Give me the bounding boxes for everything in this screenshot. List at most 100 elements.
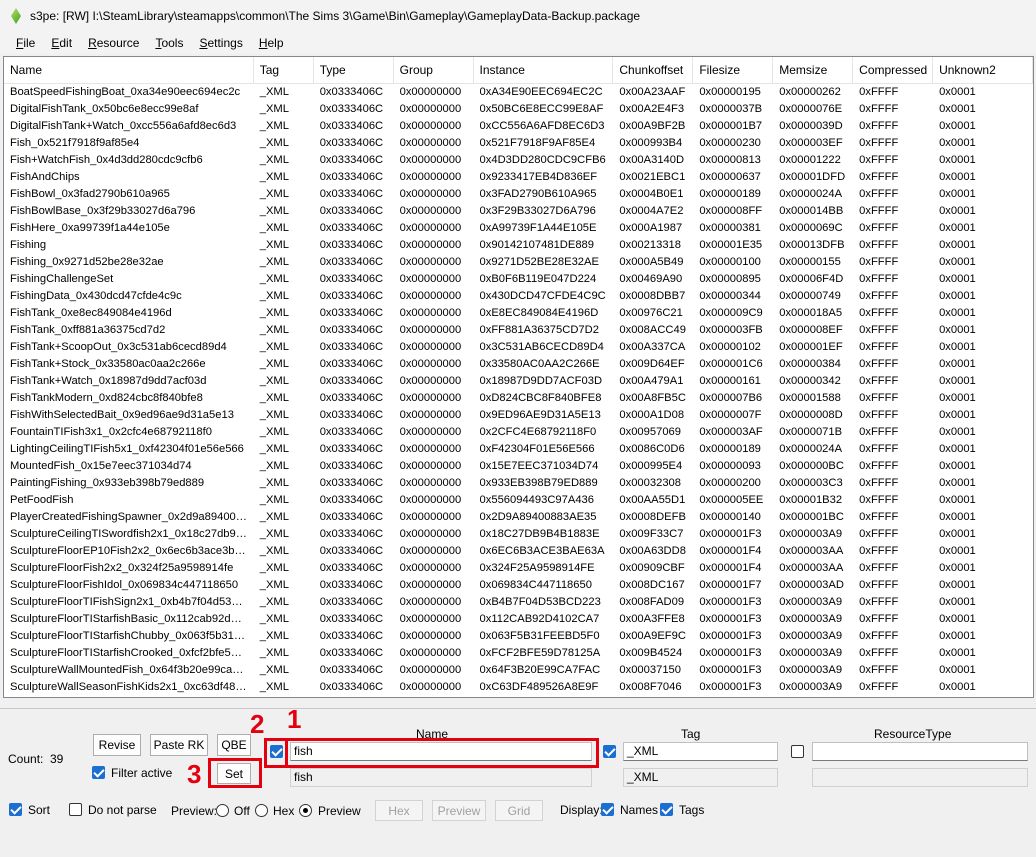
- qbe-button[interactable]: QBE: [217, 734, 251, 756]
- table-row[interactable]: FishBowlBase_0x3f29b33027d6a796 _XML 0x033…: [4, 203, 1033, 220]
- cell-type: 0x0333406C: [319, 562, 384, 574]
- table-row[interactable]: FishingChallengeSet _XML 0x0333406C 0x00000…: [4, 271, 1033, 288]
- table-row[interactable]: FishAndChips _XML 0x0333406C 0x00000000 0x92…: [4, 169, 1033, 186]
- filter-active-checkbox[interactable]: [92, 766, 105, 779]
- menu-item-label: ile: [23, 36, 36, 50]
- cell-memsize: 0x000003A9: [779, 596, 843, 608]
- table-row[interactable]: PlayerCreatedFishingSpawner_0x2d9a894008…: [4, 509, 1033, 526]
- table-row[interactable]: SculptureFloorTIStarfishCrooked_0xfcf2bf…: [4, 645, 1033, 662]
- cell-name: DigitalFishTank+Watch_0xcc556a6afd8ec6d3: [10, 120, 237, 132]
- column-header-filesize[interactable]: Filesize: [693, 57, 774, 83]
- resourcetype-filter-checkbox[interactable]: [791, 745, 804, 758]
- menu-item-help[interactable]: Help: [251, 36, 292, 50]
- preview-off-radio[interactable]: [216, 804, 229, 817]
- table-row[interactable]: FishTankModern_0xd824cbc8f840bfe8 _XML 0x0…: [4, 390, 1033, 407]
- preview-button[interactable]: Preview: [432, 800, 486, 821]
- annotation-box-2: [264, 738, 288, 768]
- table-row[interactable]: MountedFish_0x15e7eec371034d74 _XML 0x0333…: [4, 458, 1033, 475]
- do-not-parse-checkbox[interactable]: [69, 803, 82, 816]
- cell-tag: _XML: [259, 188, 289, 200]
- table-row[interactable]: SculptureCeilingTISwordfish2x1_0x18c27db…: [4, 526, 1033, 543]
- table-row[interactable]: FishTank+Watch_0x18987d9dd7acf03d _XML 0x0…: [4, 373, 1033, 390]
- table-row[interactable]: FishTank+ScoopOut_0x3c531ab6cecd89d4 _XML…: [4, 339, 1033, 356]
- column-header-name[interactable]: Name: [4, 57, 254, 83]
- cell-instance: 0x2CFC4E68792118F0: [479, 426, 597, 438]
- table-row[interactable]: PetFoodFish _XML 0x0333406C 0x00000000 0x556…: [4, 492, 1033, 509]
- cell-name: FishTank_0xe8ec849084e4196d: [10, 307, 172, 319]
- cell-group: 0x00000000: [399, 205, 462, 217]
- table-row[interactable]: DigitalFishTank+Watch_0xcc556a6afd8ec6d3…: [4, 118, 1033, 135]
- table-row[interactable]: FishTank_0xe8ec849084e4196d _XML 0x0333406…: [4, 305, 1033, 322]
- column-header-unknown2[interactable]: Unknown2: [933, 57, 1033, 83]
- table-row[interactable]: FishingData_0x430dcd47cfde4c9c _XML 0x0333…: [4, 288, 1033, 305]
- table-row[interactable]: PaintingFishing_0x933eb398b79ed889 _XML 0x…: [4, 475, 1033, 492]
- cell-name: FishTankModern_0xd824cbc8f840bfe8: [10, 392, 203, 404]
- column-header-group[interactable]: Group: [394, 57, 474, 83]
- paste-rk-button[interactable]: Paste RK: [150, 734, 208, 756]
- table-row[interactable]: SculptureFloorEP10Fish2x2_0x6ec6b3ace3ba…: [4, 543, 1033, 560]
- table-row[interactable]: Fishing_0x9271d52be28e32ae _XML 0x0333406C…: [4, 254, 1033, 271]
- preview-hex-radio[interactable]: [255, 804, 268, 817]
- cell-tag: _XML: [259, 528, 289, 540]
- cell-chunkoffset: 0x00A9EF9C: [619, 630, 686, 642]
- table-row[interactable]: Fish+WatchFish_0x4d3dd280cdc9cfb6 _XML 0x0…: [4, 152, 1033, 169]
- column-header-type[interactable]: Type: [314, 57, 394, 83]
- menu-item-tools[interactable]: Tools: [147, 36, 191, 50]
- table-row[interactable]: SculptureFloorFish2x2_0x324f25a9598914fe…: [4, 560, 1033, 577]
- table-row[interactable]: SculptureWallMountedFish_0x64f3b20e99ca7…: [4, 662, 1033, 679]
- table-row[interactable]: SculptureFloorFishIdol_0x069834c44711865…: [4, 577, 1033, 594]
- menu-item-file[interactable]: File: [8, 36, 43, 50]
- table-row[interactable]: FishTank+Stock_0x33580ac0aa2c266e _XML 0x0…: [4, 356, 1033, 373]
- resource-list[interactable]: Name Tag Type Group Instance Chunkoffset Files…: [3, 56, 1034, 698]
- table-row[interactable]: SculptureWallSeasonFishKids2x1_0xc63df48…: [4, 679, 1033, 696]
- cell-tag: _XML: [259, 664, 289, 676]
- table-row[interactable]: DigitalFishTank_0x50bc6e8ecc99e8af _XML 0x…: [4, 101, 1033, 118]
- display-names-checkbox[interactable]: [601, 803, 614, 816]
- cell-type: 0x0333406C: [319, 647, 384, 659]
- cell-unknown2: 0x0001: [939, 477, 976, 489]
- cell-name: SculptureCeilingTISwordfish2x1_0x18c27db…: [10, 528, 254, 540]
- table-row[interactable]: Fish_0x521f7918f9af85e4 _XML 0x0333406C 0x0…: [4, 135, 1033, 152]
- cell-type: 0x0333406C: [319, 477, 384, 489]
- display-tags-checkbox[interactable]: [660, 803, 673, 816]
- cell-group: 0x00000000: [399, 579, 462, 591]
- table-row[interactable]: FountainTIFish3x1_0x2cfc4e68792118f0 _XML…: [4, 424, 1033, 441]
- column-header-chunkoffset[interactable]: Chunkoffset: [613, 57, 694, 83]
- column-header-memsize[interactable]: Memsize: [773, 57, 854, 83]
- sort-checkbox[interactable]: [9, 803, 22, 816]
- table-row[interactable]: Fishing _XML 0x0333406C 0x00000000 0x9014210…: [4, 237, 1033, 254]
- table-row[interactable]: FishHere_0xa99739f1a44e105e _XML 0x0333406…: [4, 220, 1033, 237]
- menu-item-edit[interactable]: Edit: [43, 36, 80, 50]
- cell-compressed: 0xFFFF: [859, 613, 899, 625]
- table-row[interactable]: FishTank_0xff881a36375cd7d2 _XML 0x0333406…: [4, 322, 1033, 339]
- cell-compressed: 0xFFFF: [859, 545, 899, 557]
- cell-chunkoffset: 0x00A63DD8: [619, 545, 686, 557]
- column-header-tag[interactable]: Tag: [254, 57, 314, 83]
- table-row[interactable]: LightingCeilingTIFish5x1_0xf42304f01e56e…: [4, 441, 1033, 458]
- preview-preview-radio[interactable]: [299, 804, 312, 817]
- menu-item-resource[interactable]: Resource: [80, 36, 147, 50]
- menu-item-settings[interactable]: Settings: [191, 36, 250, 50]
- table-row[interactable]: BoatSpeedFishingBoat_0xa34e90eec694ec2c _…: [4, 84, 1033, 101]
- tag-filter-checkbox[interactable]: [603, 745, 616, 758]
- grid-button[interactable]: Grid: [495, 800, 543, 821]
- table-row[interactable]: SculptureFloorTIStarfishBasic_0x112cab92…: [4, 611, 1033, 628]
- cell-chunkoffset: 0x00A479A1: [619, 375, 684, 387]
- table-row[interactable]: FishBowl_0x3fad2790b610a965 _XML 0x0333406…: [4, 186, 1033, 203]
- table-row[interactable]: SculptureFloorTIFishSign2x1_0xb4b7f04d53…: [4, 594, 1033, 611]
- cell-tag: _XML: [259, 239, 289, 251]
- cell-chunkoffset: 0x00A9BF2B: [619, 120, 686, 132]
- column-header-instance[interactable]: Instance: [474, 57, 614, 83]
- list-body[interactable]: BoatSpeedFishingBoat_0xa34e90eec694ec2c _…: [4, 84, 1033, 696]
- revise-button[interactable]: Revise: [93, 734, 141, 756]
- table-row[interactable]: SculptureFloorTIStarfishChubby_0x063f5b3…: [4, 628, 1033, 645]
- resourcetype-filter-input[interactable]: [812, 742, 1028, 761]
- cell-filesize: 0x00001E35: [699, 239, 763, 251]
- cell-instance: 0xFCF2BFE59D78125A: [479, 647, 601, 659]
- cell-instance: 0x3F29B33027D6A796: [479, 205, 596, 217]
- tag-filter-input[interactable]: _XML: [623, 742, 778, 761]
- hex-button[interactable]: Hex: [375, 800, 423, 821]
- table-row[interactable]: FishWithSelectedBait_0x9ed96ae9d31a5e13 _…: [4, 407, 1033, 424]
- column-header-compressed[interactable]: Compressed: [853, 57, 934, 83]
- cell-group: 0x00000000: [399, 273, 462, 285]
